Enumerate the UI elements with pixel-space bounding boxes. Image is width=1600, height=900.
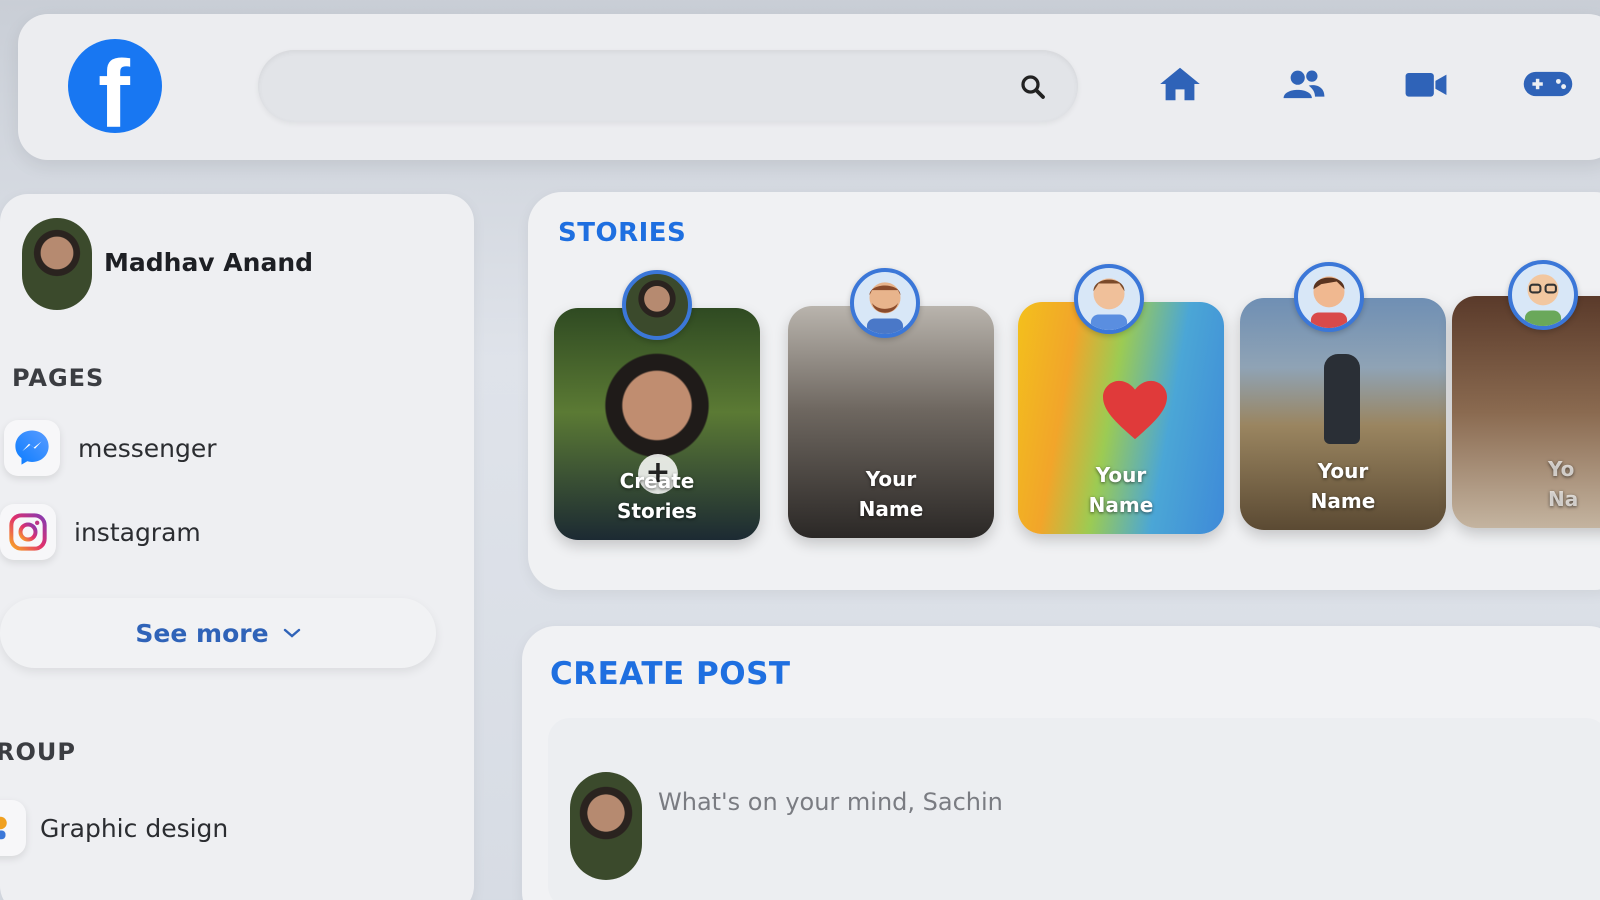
group-heading: ROUP bbox=[0, 738, 76, 766]
story-label-line1: Create bbox=[619, 469, 695, 493]
profile-name[interactable]: Madhav Anand bbox=[104, 248, 313, 277]
instagram-icon bbox=[0, 504, 56, 560]
stories-title: STORIES bbox=[558, 218, 687, 248]
messenger-icon bbox=[4, 420, 60, 476]
avatar-icon bbox=[866, 282, 904, 334]
create-post-section: CREATE POST What's on your mind, Sachin bbox=[522, 626, 1600, 900]
story-label-line1: Your bbox=[1095, 463, 1147, 487]
story-label: Create Stories bbox=[554, 466, 760, 526]
story-label: Yo Na bbox=[1548, 454, 1600, 514]
avatar-icon bbox=[1310, 276, 1348, 328]
story-avatar[interactable] bbox=[1074, 264, 1144, 334]
heart-icon bbox=[1103, 380, 1167, 440]
story-label-line2: Stories bbox=[617, 499, 697, 523]
story-avatar[interactable] bbox=[1294, 262, 1364, 332]
friends-icon[interactable] bbox=[1282, 66, 1326, 102]
story-label-line2: Name bbox=[1088, 493, 1154, 517]
group-label-graphic-design: Graphic design bbox=[40, 813, 229, 843]
story-avatar[interactable] bbox=[1508, 260, 1578, 330]
chevron-down-icon bbox=[283, 628, 300, 638]
left-sidebar: Madhav Anand PAGES messenger instagram S… bbox=[0, 194, 474, 900]
story-card-create[interactable]: + Create Stories bbox=[554, 308, 760, 540]
search-icon[interactable] bbox=[1018, 72, 1048, 102]
pages-heading: PAGES bbox=[12, 364, 105, 392]
page-item-instagram[interactable]: instagram bbox=[0, 504, 201, 560]
avatar-icon bbox=[1090, 278, 1128, 330]
story-label-line1: Your bbox=[865, 467, 917, 491]
story-label: Your Name bbox=[788, 464, 994, 524]
group-item-graphic-design[interactable]: Graphic design bbox=[0, 800, 228, 856]
story-avatar[interactable] bbox=[622, 270, 692, 340]
story-card[interactable]: Your Name bbox=[1018, 302, 1224, 534]
person-silhouette bbox=[1324, 354, 1360, 444]
story-label: Your Name bbox=[1240, 456, 1446, 516]
stories-section: STORIES + Create Stories Your Name Your … bbox=[528, 192, 1600, 590]
profile-avatar[interactable] bbox=[22, 218, 92, 310]
post-input-placeholder[interactable]: What's on your mind, Sachin bbox=[658, 788, 1003, 816]
search-bar[interactable] bbox=[258, 50, 1078, 122]
post-avatar[interactable] bbox=[570, 772, 642, 880]
story-label-line2: Name bbox=[1310, 489, 1376, 513]
story-label: Your Name bbox=[1018, 460, 1224, 520]
create-post-title: CREATE POST bbox=[550, 656, 791, 692]
story-label-line1: Your bbox=[1317, 459, 1369, 483]
facebook-logo[interactable]: f bbox=[68, 39, 162, 133]
story-card[interactable]: Yo Na bbox=[1452, 296, 1600, 528]
page-item-messenger[interactable]: messenger bbox=[4, 420, 217, 476]
story-label-line2: Name bbox=[858, 497, 924, 521]
story-card[interactable]: Your Name bbox=[1240, 298, 1446, 530]
story-label-line1: Yo bbox=[1548, 457, 1575, 481]
top-navigation-bar: f bbox=[18, 14, 1600, 160]
page-label-instagram: instagram bbox=[74, 517, 201, 547]
story-card[interactable]: Your Name bbox=[788, 306, 994, 538]
gaming-icon[interactable] bbox=[1522, 66, 1574, 102]
story-avatar[interactable] bbox=[850, 268, 920, 338]
facebook-logo-letter: f bbox=[98, 41, 130, 134]
see-more-button[interactable]: See more bbox=[0, 598, 436, 668]
see-more-label: See more bbox=[135, 618, 269, 648]
avatar-icon bbox=[1524, 274, 1562, 326]
page-label-messenger: messenger bbox=[78, 433, 217, 463]
home-icon[interactable] bbox=[1158, 66, 1202, 102]
story-label-line2: Na bbox=[1548, 487, 1579, 511]
group-icon bbox=[0, 800, 26, 856]
post-composer[interactable]: What's on your mind, Sachin bbox=[548, 718, 1600, 900]
video-icon[interactable] bbox=[1404, 66, 1448, 102]
